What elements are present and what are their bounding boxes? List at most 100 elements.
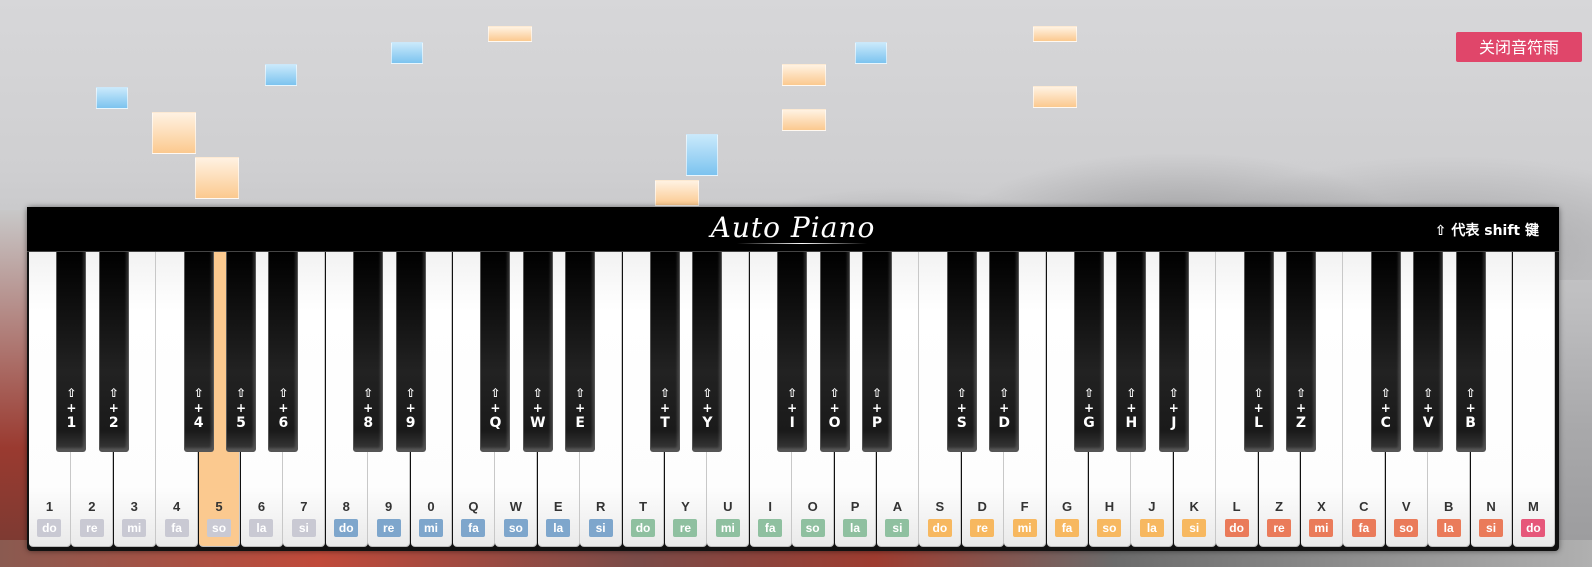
solfege-badge: do: [631, 519, 656, 537]
black-key-label: ⇧ + L: [1245, 386, 1273, 431]
piano: Auto Piano ⇧ 代表 shift 键 1 do 2 re 3 mi 4 fa 5 so 6…: [27, 207, 1559, 551]
solfege-badge: re: [376, 519, 401, 537]
plus-sign: +: [702, 401, 713, 415]
white-key-char: Q: [468, 499, 479, 514]
shift-icon: ⇧: [363, 386, 374, 400]
black-key-char: Y: [702, 415, 713, 431]
white-key-char: 5: [215, 499, 223, 514]
white-key-char: 0: [427, 499, 435, 514]
solfege-badge: la: [249, 519, 274, 537]
black-key-label: ⇧ + B: [1457, 386, 1485, 431]
solfege-badge: si: [1182, 519, 1207, 537]
black-key-char: 4: [193, 415, 204, 431]
black-key-shift-Z[interactable]: ⇧ + Z: [1286, 252, 1316, 452]
black-key-shift-C[interactable]: ⇧ + C: [1370, 252, 1401, 452]
black-key-char: D: [998, 415, 1010, 431]
white-key-char: 1: [45, 499, 54, 514]
shift-icon: ⇧: [787, 386, 798, 400]
plus-sign: +: [1253, 401, 1264, 415]
black-key-shift-V[interactable]: ⇧ + V: [1413, 252, 1444, 452]
white-key-char: 8: [342, 499, 350, 514]
shift-icon: ⇧: [659, 386, 671, 400]
black-key-shift-6[interactable]: ⇧ +6: [268, 252, 299, 452]
black-key-shift-B[interactable]: ⇧ + B: [1455, 252, 1486, 452]
solfege-badge: la: [1436, 519, 1461, 537]
black-key-shift-2[interactable]: ⇧ +2: [98, 252, 129, 452]
plus-sign: +: [1423, 401, 1434, 415]
piano-title: Auto Piano: [710, 211, 876, 244]
black-key-char: Z: [1295, 415, 1307, 431]
black-key-shift-I[interactable]: ⇧ + I: [777, 252, 808, 452]
black-key-label: ⇧ + G: [1075, 386, 1103, 431]
black-key-shift-Q[interactable]: ⇧ + Q: [480, 252, 511, 452]
plus-sign: +: [1295, 401, 1307, 415]
solfege-badge: re: [673, 519, 698, 537]
black-key-shift-8[interactable]: ⇧ +8: [353, 252, 384, 452]
plus-sign: +: [1083, 401, 1095, 415]
black-key-shift-P[interactable]: ⇧ + P: [862, 252, 892, 452]
white-key-char: F: [1020, 499, 1029, 514]
black-key-shift-W[interactable]: ⇧ + W: [522, 252, 553, 452]
black-key-char: 9: [405, 415, 416, 431]
shift-icon: ⇧: [405, 386, 416, 400]
solfege-badge: fa: [164, 519, 189, 537]
black-key-shift-E[interactable]: ⇧ + E: [565, 252, 596, 452]
shift-icon: ⇧: [235, 386, 247, 400]
black-key-label: ⇧ +1: [57, 386, 85, 431]
black-key-shift-O[interactable]: ⇧ + O: [819, 252, 850, 452]
plus-sign: +: [1380, 401, 1391, 415]
black-key-label: ⇧ + Z: [1287, 386, 1315, 431]
falling-note: [265, 64, 297, 86]
white-key-char: J: [1148, 499, 1156, 514]
piano-keys: 1 do 2 re 3 mi 4 fa 5 so 6 la 7 si 8 do 9 re 0 mi Qfa Wso Ela R…: [29, 252, 1557, 549]
black-key-shift-H[interactable]: ⇧ + H: [1116, 252, 1147, 452]
black-key-char: L: [1254, 415, 1264, 431]
black-key-shift-5[interactable]: ⇧ +5: [226, 252, 256, 452]
black-key-char: E: [575, 415, 585, 431]
black-key-shift-T[interactable]: ⇧ + T: [650, 252, 680, 452]
white-key-char: U: [723, 499, 733, 514]
white-key-char: 2: [88, 499, 96, 514]
black-key-shift-Y[interactable]: ⇧ + Y: [692, 252, 723, 452]
black-key-shift-1[interactable]: ⇧ +1: [56, 252, 87, 452]
falling-note: [1033, 26, 1077, 42]
plus-sign: +: [787, 401, 798, 415]
white-key-char: N: [1486, 499, 1496, 514]
black-key-char: 5: [236, 415, 246, 431]
shift-icon: ⇧: [1295, 386, 1307, 400]
plus-sign: +: [1126, 401, 1137, 415]
black-key-shift-J[interactable]: ⇧ + J: [1158, 252, 1189, 452]
falling-note: [488, 26, 532, 42]
falling-note: [1033, 86, 1077, 108]
plus-sign: +: [829, 401, 840, 415]
white-key-char: 7: [300, 499, 308, 514]
black-key-char: H: [1125, 415, 1138, 431]
toggle-note-rain-button[interactable]: 关闭音符雨: [1456, 32, 1582, 62]
black-key-shift-G[interactable]: ⇧ + G: [1074, 252, 1104, 452]
plus-sign: +: [278, 401, 289, 415]
shift-icon: ⇧: [999, 386, 1010, 400]
white-key-char: H: [1104, 499, 1115, 514]
white-key-M[interactable]: Mdo: [1513, 252, 1555, 547]
solfege-badge: do: [1224, 519, 1249, 537]
black-key-shift-S[interactable]: ⇧ + S: [946, 252, 977, 452]
black-key-char: 1: [66, 415, 77, 431]
shift-icon: ⇧: [956, 386, 967, 400]
shift-icon: ⇧: [575, 386, 586, 400]
plus-sign: +: [659, 401, 671, 415]
shift-icon: ⇧: [193, 386, 204, 400]
solfege-badge: fa: [461, 519, 486, 537]
white-key-char: C: [1359, 499, 1369, 514]
black-key-shift-4[interactable]: ⇧ +4: [183, 252, 214, 452]
solfege-badge: re: [1267, 519, 1292, 537]
white-key-char: A: [892, 499, 903, 514]
black-key-char: T: [660, 415, 670, 431]
black-key-shift-9[interactable]: ⇧ +9: [395, 252, 426, 452]
black-key-shift-D[interactable]: ⇧ + D: [989, 252, 1020, 452]
white-key-char: 9: [385, 499, 393, 514]
black-key-label: ⇧ + H: [1117, 386, 1145, 431]
black-key-shift-L[interactable]: ⇧ + L: [1243, 252, 1274, 452]
black-key-char: G: [1083, 415, 1095, 431]
black-key-label: ⇧ +9: [397, 386, 425, 431]
solfege-badge: so: [1097, 519, 1122, 537]
